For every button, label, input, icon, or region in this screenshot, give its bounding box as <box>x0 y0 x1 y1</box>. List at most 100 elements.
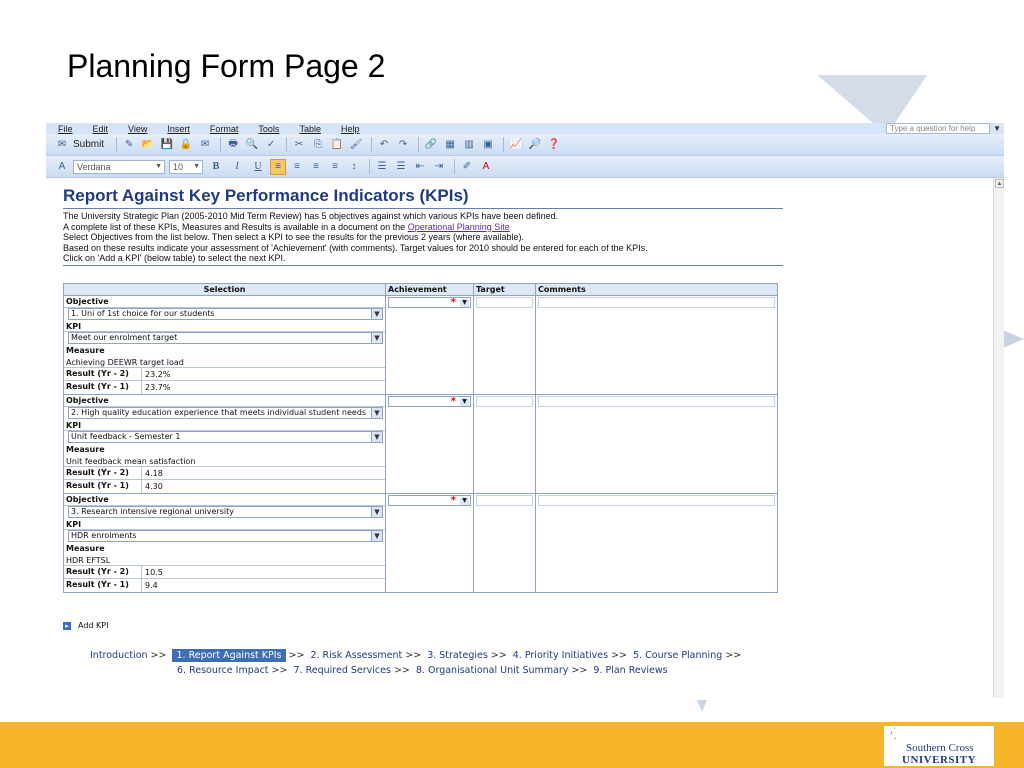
redo-icon[interactable]: ↷ <box>395 137 411 153</box>
target-input[interactable] <box>476 297 533 308</box>
underline-button[interactable]: U <box>249 159 267 175</box>
help-icon[interactable]: ❓ <box>546 137 562 153</box>
email-icon[interactable]: ✉ <box>197 137 213 153</box>
objective-select[interactable]: 2. High quality education experience tha… <box>68 406 383 419</box>
nav-risk-assessment[interactable]: 2. Risk Assessment <box>310 650 402 661</box>
achievement-select[interactable]: * ▼ <box>388 396 471 407</box>
tables-icon[interactable]: ▦ <box>442 137 458 153</box>
result-row: Result (Yr - 2) 4.18 <box>64 467 385 480</box>
objective-select[interactable]: 3. Research intensive regional universit… <box>68 505 383 518</box>
font-color-icon[interactable]: A <box>478 159 494 175</box>
comments-input[interactable] <box>538 396 775 407</box>
nav-resource-impact[interactable]: 6. Resource Impact <box>177 665 269 676</box>
toolbar-separator <box>220 137 222 152</box>
achievement-select[interactable]: * ▼ <box>388 495 471 506</box>
kpi-select[interactable]: Meet our enrolment target ▼ <box>68 332 383 344</box>
drawing-icon[interactable]: ▣ <box>480 137 496 153</box>
achievement-select[interactable]: * ▼ <box>388 297 471 308</box>
decrease-indent-icon[interactable]: ⇤ <box>412 159 428 175</box>
logo-text-line2: UNIVERSITY <box>902 754 977 766</box>
nav-report-against-kpis[interactable]: 1. Report Against KPIs <box>172 649 286 662</box>
styles-icon[interactable]: A <box>54 159 70 175</box>
slide-title: Planning Form Page 2 <box>67 48 386 84</box>
align-right-button[interactable]: ≡ <box>308 159 324 175</box>
word-window: File Edit View Insert Format Tools Table… <box>46 123 1004 700</box>
save-icon[interactable]: 💾 <box>159 137 175 153</box>
document-body: Report Against Key Performance Indicator… <box>63 186 783 266</box>
design-mode-icon[interactable]: ✎ <box>121 137 137 153</box>
nav-course-planning[interactable]: 5. Course Planning <box>633 650 722 661</box>
result-yr2-label: Result (Yr - 2) <box>64 467 142 479</box>
result-yr2-label: Result (Yr - 2) <box>64 566 142 578</box>
align-center-button[interactable]: ≡ <box>289 159 305 175</box>
toolbar-separator <box>503 137 505 152</box>
font-name-value: Verdana <box>77 161 111 172</box>
vertical-scrollbar[interactable]: ▲ <box>993 178 1004 698</box>
line-spacing-icon[interactable]: ↕ <box>346 159 362 175</box>
university-logo: ·˙ ˙· Southern Cross UNIVERSITY <box>884 726 994 766</box>
research-icon[interactable]: 🔎 <box>527 137 543 153</box>
help-search-input[interactable]: Type a question for help <box>886 123 990 134</box>
nav-organisational-unit-summary[interactable]: 8. Organisational Unit Summary <box>416 665 569 676</box>
menu-table[interactable]: Table <box>299 125 321 134</box>
menu-format[interactable]: Format <box>210 125 239 134</box>
nav-strategies[interactable]: 3. Strategies <box>427 650 488 661</box>
font-name-select[interactable]: Verdana ▼ <box>73 159 165 174</box>
menu-tools[interactable]: Tools <box>258 125 279 134</box>
target-input[interactable] <box>476 396 533 407</box>
nav-separator: >> <box>150 650 167 661</box>
paste-icon[interactable]: 📋 <box>329 137 345 153</box>
hyperlink-icon[interactable]: 🔗 <box>423 137 439 153</box>
chevron-down-icon[interactable]: ▼ <box>993 124 1001 133</box>
nav-separator: >> <box>288 650 305 661</box>
nav-priority-initiatives[interactable]: 4. Priority Initiatives <box>513 650 608 661</box>
columns-icon[interactable]: ▥ <box>461 137 477 153</box>
header-target: Target <box>473 283 536 296</box>
align-left-button[interactable]: ≡ <box>270 158 286 175</box>
add-kpi-button[interactable]: ▸ Add KPI <box>63 621 108 630</box>
scroll-up-icon[interactable]: ▲ <box>995 179 1004 188</box>
comments-input[interactable] <box>538 297 775 308</box>
chevron-down-icon: ▼ <box>460 299 469 307</box>
nav-required-services[interactable]: 7. Required Services <box>293 665 390 676</box>
print-preview-icon[interactable]: 🔍 <box>244 137 260 153</box>
numbering-icon[interactable]: ☰ <box>374 159 390 175</box>
undo-icon[interactable]: ↶ <box>376 137 392 153</box>
measure-value: Achieving DEEWR target load <box>64 357 385 368</box>
print-icon[interactable]: 🖶 <box>225 137 241 153</box>
objective-value: 2. High quality education experience tha… <box>71 407 367 417</box>
spelling-icon[interactable]: ✓ <box>263 137 279 153</box>
menu-help[interactable]: Help <box>341 125 360 134</box>
menu-view[interactable]: View <box>128 125 147 134</box>
copy-icon[interactable]: ⎘ <box>310 137 326 153</box>
formatting-toolbar: A Verdana ▼ 10 ▼ B I U ≡ ≡ ≡ ≡ ↕ ☰ ☰ ⇤ ⇥… <box>46 156 1004 178</box>
increase-indent-icon[interactable]: ⇥ <box>431 159 447 175</box>
font-size-select[interactable]: 10 ▼ <box>169 159 203 174</box>
permission-icon[interactable]: 🔒 <box>178 137 194 153</box>
operational-planning-link[interactable]: Operational Planning Site <box>408 222 510 232</box>
menu-file[interactable]: File <box>58 125 73 134</box>
chevron-down-icon: ▼ <box>460 398 469 406</box>
result-row: Result (Yr - 1) 4.30 <box>64 480 385 493</box>
objective-select[interactable]: 1. Uni of 1st choice for our students ▼ <box>68 307 383 320</box>
menu-edit[interactable]: Edit <box>93 125 109 134</box>
kpi-select[interactable]: HDR enrolments ▼ <box>68 530 383 542</box>
menu-insert[interactable]: Insert <box>167 125 190 134</box>
open-icon[interactable]: 📂 <box>140 137 156 153</box>
submit-button[interactable]: ✉ Submit <box>54 137 104 153</box>
format-painter-icon[interactable]: 🖌 <box>348 137 364 153</box>
highlight-icon[interactable]: ✐ <box>459 159 475 175</box>
bullets-icon[interactable]: ☰ <box>393 159 409 175</box>
chart-icon[interactable]: 📈 <box>508 137 524 153</box>
comments-input[interactable] <box>538 495 775 506</box>
chevron-down-icon: ▼ <box>371 432 382 442</box>
cut-icon[interactable]: ✂ <box>291 137 307 153</box>
intro-line-text: A complete list of these KPIs, Measures … <box>63 221 408 232</box>
nav-introduction[interactable]: Introduction <box>90 650 148 661</box>
justify-button[interactable]: ≡ <box>327 159 343 175</box>
italic-button[interactable]: I <box>228 159 246 175</box>
target-input[interactable] <box>476 495 533 506</box>
nav-plan-reviews[interactable]: 9. Plan Reviews <box>593 665 667 676</box>
kpi-select[interactable]: Unit feedback - Semester 1 ▼ <box>68 431 383 443</box>
bold-button[interactable]: B <box>207 159 225 175</box>
